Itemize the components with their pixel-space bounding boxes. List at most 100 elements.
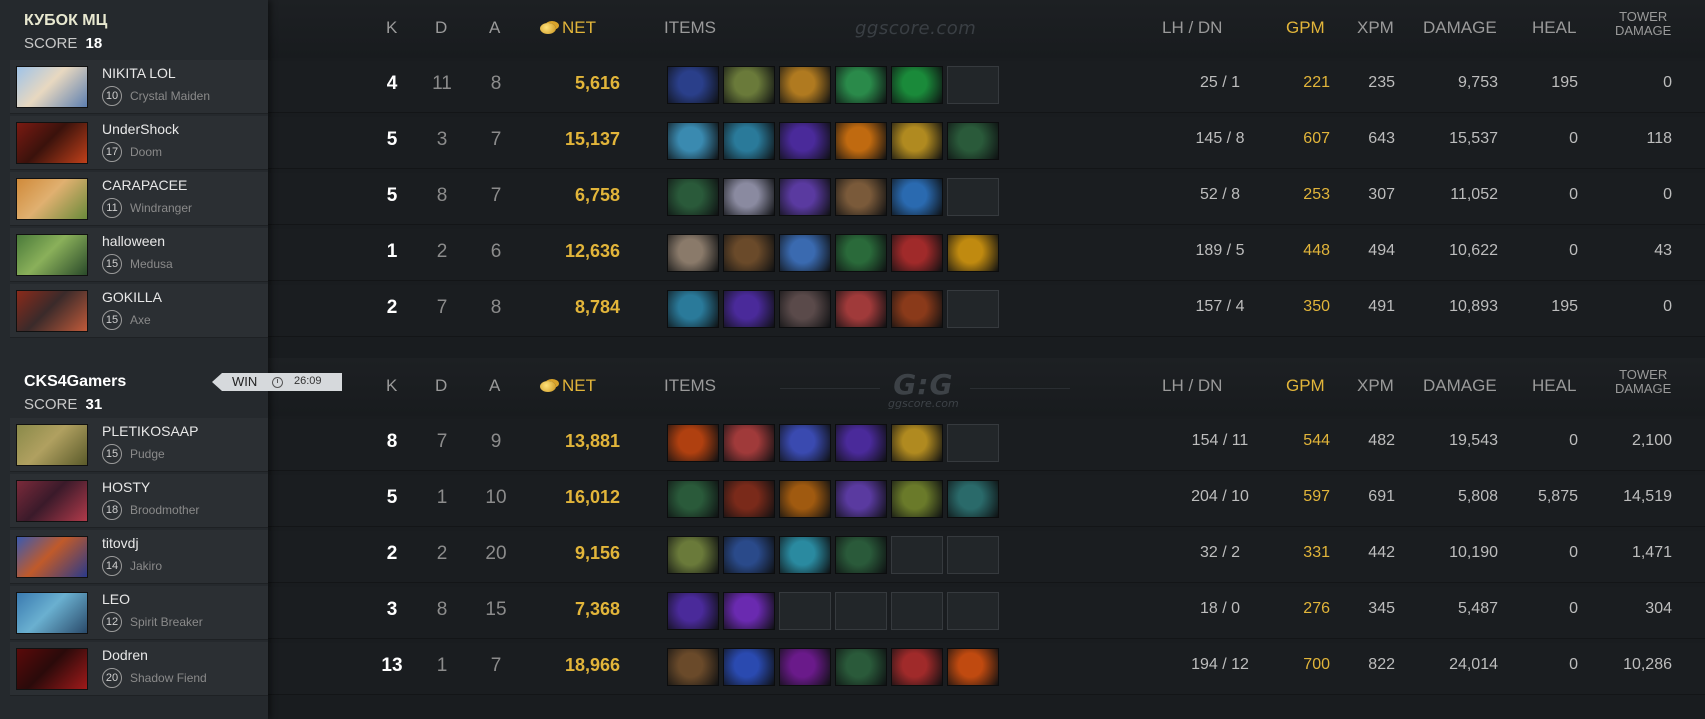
player-row[interactable]: CARAPACEE 11 Windranger 5 8 7 6,758 52 / 8 253 30… <box>0 170 1705 226</box>
item-icon[interactable] <box>835 480 887 518</box>
item-icon[interactable] <box>835 536 887 574</box>
item-icon[interactable] <box>667 122 719 160</box>
item-icon[interactable] <box>779 234 831 272</box>
item-icon[interactable] <box>779 424 831 462</box>
col-net[interactable]: NET <box>540 376 596 396</box>
item-icon[interactable] <box>779 122 831 160</box>
player-name[interactable]: LEO <box>102 591 130 607</box>
item-icon[interactable] <box>779 536 831 574</box>
item-icon[interactable] <box>723 66 775 104</box>
player-cell[interactable]: PLETIKOSAAP 15 Pudge <box>10 418 268 472</box>
item-icon[interactable] <box>779 66 831 104</box>
item-icon[interactable] <box>891 480 943 518</box>
item-icon[interactable] <box>891 122 943 160</box>
item-icon[interactable] <box>723 178 775 216</box>
col-heal[interactable]: HEAL <box>1532 376 1576 396</box>
player-name[interactable]: NIKITA LOL <box>102 65 176 81</box>
item-icon[interactable] <box>779 648 831 686</box>
col-damage[interactable]: DAMAGE <box>1423 18 1497 38</box>
col-damage[interactable]: DAMAGE <box>1423 376 1497 396</box>
item-icon[interactable] <box>947 122 999 160</box>
item-icon[interactable] <box>723 648 775 686</box>
item-icon[interactable] <box>723 592 775 630</box>
player-row[interactable]: PLETIKOSAAP 15 Pudge 8 7 9 13,881 154 / 11 544 48… <box>0 416 1705 472</box>
player-row[interactable]: Dodren 20 Shadow Fiend 13 1 7 18,966 194 / 12 70… <box>0 640 1705 696</box>
player-row[interactable]: titovdj 14 Jakiro 2 2 20 9,156 32 / 2 331 442 10,1… <box>0 528 1705 584</box>
player-cell[interactable]: Dodren 20 Shadow Fiend <box>10 642 268 696</box>
col-xpm[interactable]: XPM <box>1357 376 1394 396</box>
item-icon[interactable] <box>667 592 719 630</box>
player-row[interactable]: HOSTY 18 Broodmother 5 1 10 16,012 204 / 10 597 6… <box>0 472 1705 528</box>
player-row[interactable]: halloween 15 Medusa 1 2 6 12,636 189 / 5 448 494 1… <box>0 226 1705 282</box>
player-cell[interactable]: GOKILLA 15 Axe <box>10 284 268 338</box>
item-icon[interactable] <box>835 648 887 686</box>
item-icon[interactable] <box>835 66 887 104</box>
col-d[interactable]: D <box>435 376 447 396</box>
item-icon[interactable] <box>723 290 775 328</box>
col-gpm[interactable]: GPM <box>1286 18 1325 38</box>
item-icon[interactable] <box>891 290 943 328</box>
item-icon[interactable] <box>779 178 831 216</box>
col-heal[interactable]: HEAL <box>1532 18 1576 38</box>
item-icon[interactable] <box>779 480 831 518</box>
item-icon[interactable] <box>835 290 887 328</box>
item-icon[interactable] <box>667 178 719 216</box>
player-row[interactable]: UnderShock 17 Doom 5 3 7 15,137 145 / 8 607 643 15… <box>0 114 1705 170</box>
item-icon[interactable] <box>779 290 831 328</box>
item-icon[interactable] <box>891 648 943 686</box>
item-icon[interactable] <box>723 424 775 462</box>
player-row[interactable]: NIKITA LOL 10 Crystal Maiden 4 11 8 5,616 25 / … <box>0 58 1705 114</box>
hero-portrait[interactable] <box>16 480 88 522</box>
player-name[interactable]: Dodren <box>102 647 148 663</box>
item-icon[interactable] <box>723 234 775 272</box>
hero-portrait[interactable] <box>16 592 88 634</box>
item-icon[interactable] <box>891 234 943 272</box>
col-tower-damage[interactable]: TOWER DAMAGE <box>1615 368 1671 396</box>
player-cell[interactable]: HOSTY 18 Broodmother <box>10 474 268 528</box>
item-icon[interactable] <box>835 122 887 160</box>
item-icon[interactable] <box>667 234 719 272</box>
player-name[interactable]: GOKILLA <box>102 289 162 305</box>
player-row[interactable]: GOKILLA 15 Axe 2 7 8 8,784 157 / 4 350 491 10,893 1… <box>0 282 1705 338</box>
hero-portrait[interactable] <box>16 648 88 690</box>
col-gpm[interactable]: GPM <box>1286 376 1325 396</box>
col-lhdn[interactable]: LH / DN <box>1162 18 1222 38</box>
col-xpm[interactable]: XPM <box>1357 18 1394 38</box>
player-cell[interactable]: LEO 12 Spirit Breaker <box>10 586 268 640</box>
item-icon[interactable] <box>835 234 887 272</box>
item-icon[interactable] <box>667 536 719 574</box>
player-name[interactable]: HOSTY <box>102 479 150 495</box>
player-row[interactable]: LEO 12 Spirit Breaker 3 8 15 7,368 18 / 0 276 345… <box>0 584 1705 640</box>
item-icon[interactable] <box>667 480 719 518</box>
hero-portrait[interactable] <box>16 536 88 578</box>
player-name[interactable]: CARAPACEE <box>102 177 187 193</box>
item-icon[interactable] <box>835 424 887 462</box>
item-icon[interactable] <box>891 424 943 462</box>
item-icon[interactable] <box>947 234 999 272</box>
item-icon[interactable] <box>947 648 999 686</box>
col-tower-damage[interactable]: TOWER DAMAGE <box>1615 10 1671 38</box>
hero-portrait[interactable] <box>16 66 88 108</box>
item-icon[interactable] <box>667 66 719 104</box>
hero-portrait[interactable] <box>16 122 88 164</box>
player-cell[interactable]: NIKITA LOL 10 Crystal Maiden <box>10 60 268 114</box>
hero-portrait[interactable] <box>16 290 88 332</box>
item-icon[interactable] <box>667 290 719 328</box>
item-icon[interactable] <box>667 648 719 686</box>
col-d[interactable]: D <box>435 18 447 38</box>
player-cell[interactable]: CARAPACEE 11 Windranger <box>10 172 268 226</box>
player-cell[interactable]: halloween 15 Medusa <box>10 228 268 282</box>
item-icon[interactable] <box>891 178 943 216</box>
col-net[interactable]: NET <box>540 18 596 38</box>
hero-portrait[interactable] <box>16 424 88 466</box>
player-name[interactable]: halloween <box>102 233 165 249</box>
col-k[interactable]: K <box>386 18 397 38</box>
item-icon[interactable] <box>891 66 943 104</box>
item-icon[interactable] <box>947 480 999 518</box>
player-cell[interactable]: titovdj 14 Jakiro <box>10 530 268 584</box>
col-k[interactable]: K <box>386 376 397 396</box>
item-icon[interactable] <box>667 424 719 462</box>
player-name[interactable]: titovdj <box>102 535 139 551</box>
col-lhdn[interactable]: LH / DN <box>1162 376 1222 396</box>
item-icon[interactable] <box>723 480 775 518</box>
